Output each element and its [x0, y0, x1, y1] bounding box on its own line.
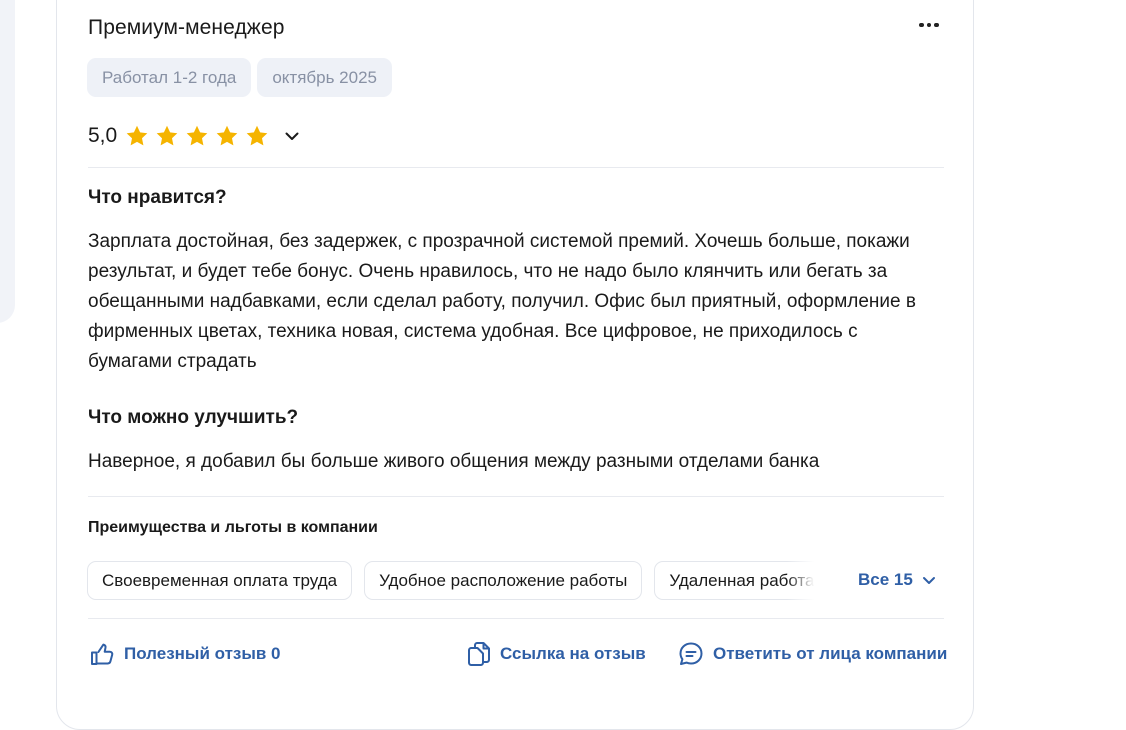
reply-as-company-button[interactable]: Ответить от лица компании [677, 640, 947, 668]
improve-heading: Что можно улучшить? [88, 407, 299, 428]
star-icon [186, 125, 208, 146]
helpful-review-button[interactable]: Полезный отзыв 0 [88, 640, 281, 668]
more-horizontal-icon [934, 22, 939, 28]
star-icon [126, 125, 148, 146]
rating-stars [125, 124, 269, 148]
chevron-down-icon [922, 577, 935, 584]
chevron-down-icon[interactable] [283, 127, 301, 145]
divider [88, 167, 944, 168]
review-tags: Работал 1-2 года октябрь 2025 [87, 58, 392, 97]
benefit-chip[interactable]: Удобное расположение работы [364, 561, 643, 600]
benefits-list: Своевременная оплата труда Удобное распо… [87, 561, 817, 601]
chat-bubble-icon [679, 642, 703, 665]
more-horizontal-icon [919, 22, 924, 28]
background-panel [0, 0, 15, 323]
review-link-label: Ссылка на отзыв [500, 644, 646, 663]
likes-heading: Что нравится? [88, 187, 227, 208]
tag-review-date: октябрь 2025 [257, 58, 392, 97]
improve-text: Наверное, я добавил бы больше живого общ… [88, 451, 820, 472]
rating-value: 5,0 [88, 124, 118, 147]
copy-link-icon [468, 642, 490, 666]
tag-work-duration: Работал 1-2 года [87, 58, 252, 97]
more-horizontal-icon [926, 22, 932, 28]
benefits-heading: Преимущества и льготы в компании [88, 519, 378, 536]
review-position-title: Премиум-менеджер [88, 16, 285, 39]
show-all-benefits-label: Все 15 [858, 570, 913, 589]
star-icon [246, 125, 268, 146]
more-options-button[interactable] [914, 14, 944, 36]
rating-block: 5,0 [88, 124, 301, 148]
star-icon [156, 125, 178, 146]
review-link-button[interactable]: Ссылка на отзыв [466, 640, 646, 668]
benefits-fade-overlay [787, 561, 819, 601]
divider [88, 496, 944, 497]
likes-text: Зарплата достойная, без задержек, с проз… [88, 231, 916, 372]
show-all-benefits-button[interactable]: Все 15 [858, 570, 937, 590]
thumbs-up-icon [91, 643, 114, 665]
divider [88, 618, 944, 619]
star-icon [216, 125, 238, 146]
benefit-chip[interactable]: Своевременная оплата труда [87, 561, 353, 600]
helpful-review-label: Полезный отзыв 0 [124, 644, 281, 663]
reply-as-company-label: Ответить от лица компании [713, 644, 948, 663]
